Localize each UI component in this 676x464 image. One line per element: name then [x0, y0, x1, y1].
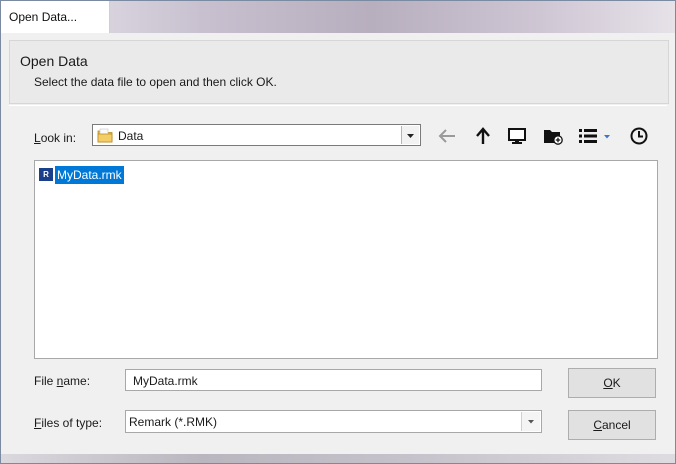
back-button[interactable]: [435, 124, 459, 148]
title-bar[interactable]: Open Data...: [1, 1, 675, 33]
up-one-level-button[interactable]: [472, 124, 494, 148]
new-folder-icon: [544, 130, 563, 145]
open-data-dialog: Open Data... Open Data Select the data f…: [0, 0, 676, 464]
cancel-button[interactable]: Cancel: [568, 410, 656, 440]
chevron-down-icon: [528, 420, 534, 424]
files-of-type-dropdown-button[interactable]: [521, 412, 540, 431]
header-divider: [9, 105, 667, 106]
cancel-label-text: ancel: [601, 418, 631, 432]
file-name-text[interactable]: MyData.rmk: [55, 166, 124, 184]
files-of-type-label: Files of type:: [34, 416, 102, 430]
rmk-file-icon: R: [39, 168, 53, 181]
ok-label-text: K: [612, 376, 621, 390]
files-of-type-dropdown[interactable]: Remark (*.RMK): [125, 410, 542, 433]
look-in-access-key: L: [34, 131, 41, 145]
look-in-value: Data: [118, 129, 144, 143]
file-list[interactable]: R MyData.rmk: [34, 160, 658, 359]
new-folder-button[interactable]: [540, 124, 566, 148]
chevron-down-icon: [407, 134, 414, 138]
back-arrow-icon: [438, 129, 455, 143]
look-in-dropdown-button[interactable]: [401, 126, 419, 144]
file-name-value: MyData.rmk: [133, 374, 198, 388]
file-name-label-before: File: [34, 374, 57, 388]
file-name-label: File name:: [34, 374, 90, 388]
ok-button[interactable]: OK: [568, 368, 656, 398]
folder-icon: [97, 128, 113, 146]
dialog-instructions: Select the data file to open and then cl…: [34, 75, 277, 89]
desktop-icon: [508, 128, 526, 144]
window-title: Open Data...: [9, 10, 78, 24]
dialog-heading: Open Data: [20, 53, 88, 69]
files-of-type-value: Remark (*.RMK): [129, 415, 218, 429]
dialog-header: Open Data Select the data file to open a…: [9, 40, 669, 104]
view-menu-button[interactable]: [576, 124, 618, 148]
recent-places-icon: [630, 127, 648, 145]
look-in-label-text: ook in:: [40, 131, 77, 145]
recent-places-button[interactable]: [627, 124, 651, 148]
files-of-type-label-text: iles of type:: [41, 416, 103, 430]
desktop-button[interactable]: [504, 124, 530, 148]
cancel-access-key: C: [593, 418, 602, 432]
file-name-label-after: ame:: [63, 374, 91, 388]
look-in-dropdown[interactable]: Data: [92, 124, 421, 146]
up-arrow-icon: [476, 127, 490, 144]
look-in-label: Look in:: [34, 131, 76, 145]
file-name-input[interactable]: MyData.rmk: [125, 369, 542, 391]
view-menu-icon: [579, 129, 610, 143]
title-tab: Open Data...: [1, 1, 110, 33]
window-bottom-edge: [1, 454, 675, 463]
ok-access-key: O: [603, 376, 613, 390]
